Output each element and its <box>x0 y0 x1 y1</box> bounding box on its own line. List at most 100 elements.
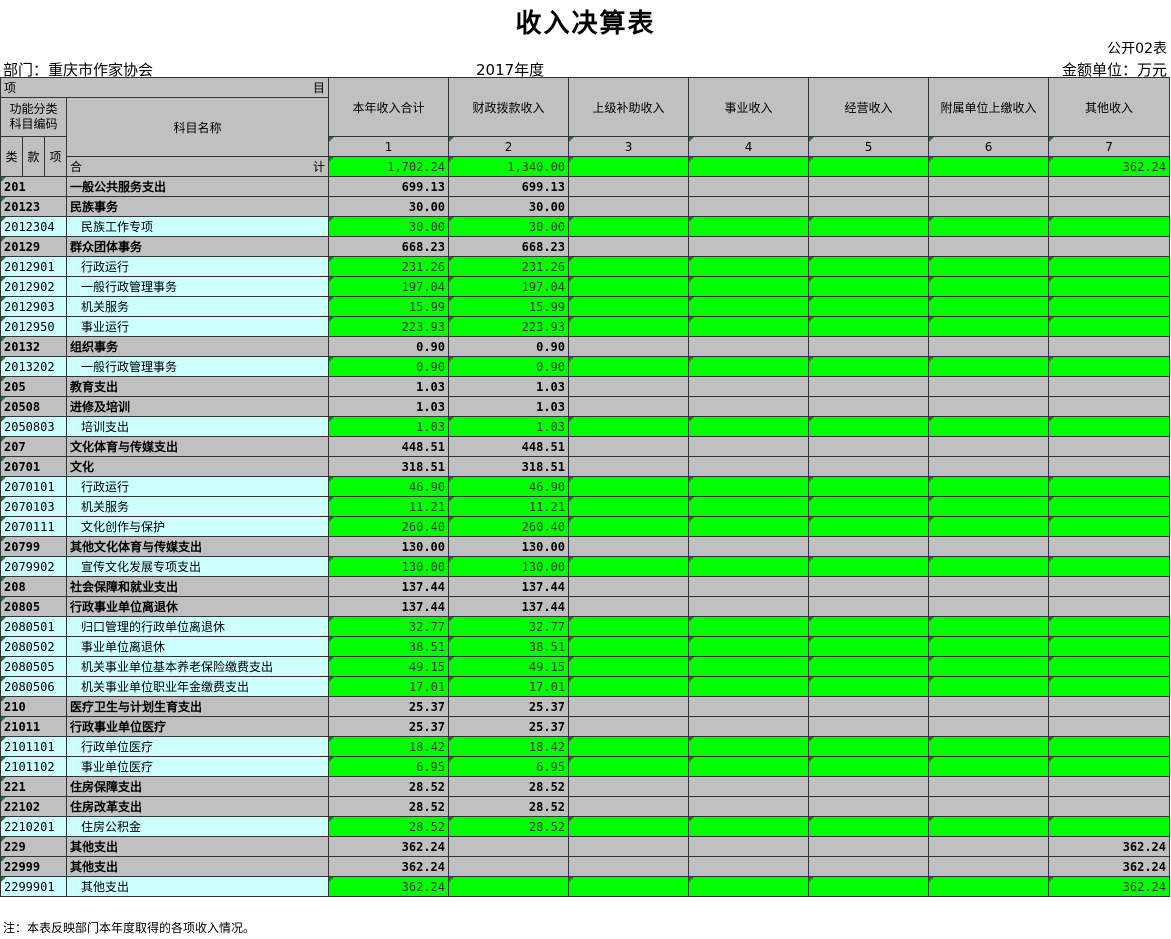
value-col-3 <box>568 656 690 677</box>
value-col-4 <box>688 676 810 697</box>
subject-name: 机关事业单位基本养老保险缴费支出 <box>65 656 330 677</box>
subject-code: 2013202 <box>0 356 67 377</box>
subject-code: 2070111 <box>0 516 67 537</box>
table-row: 20123 民族事务 30.00 30.00 <box>0 196 1171 217</box>
value-col-7 <box>1048 696 1171 717</box>
value-col-4 <box>688 176 810 197</box>
subject-name: 住房保障支出 <box>65 776 330 797</box>
value-col-7 <box>1048 376 1171 397</box>
value-col-3 <box>568 376 690 397</box>
value-col-7 <box>1048 476 1171 497</box>
value-col-4 <box>688 576 810 597</box>
value-col-1: 448.51 <box>328 436 450 457</box>
value-col-2 <box>448 836 570 857</box>
value-col-4 <box>688 456 810 477</box>
total-value-2: 1,340.00 <box>448 156 570 177</box>
value-col-4 <box>688 876 810 897</box>
subject-code: 2070101 <box>0 476 67 497</box>
subject-name: 行政单位医疗 <box>65 736 330 757</box>
col-num-1: 1 <box>328 136 450 157</box>
value-col-6 <box>928 256 1050 277</box>
value-col-6 <box>928 376 1050 397</box>
value-col-4 <box>688 596 810 617</box>
value-col-5 <box>808 716 930 737</box>
value-col-2: 25.37 <box>448 696 570 717</box>
value-col-1: 0.90 <box>328 356 450 377</box>
value-col-2: 699.13 <box>448 176 570 197</box>
subject-code: 2080505 <box>0 656 67 677</box>
subject-code: 210 <box>0 696 67 717</box>
subject-name: 进修及培训 <box>65 396 330 417</box>
value-col-4 <box>688 556 810 577</box>
value-col-1: 17.01 <box>328 676 450 697</box>
subject-code: 20701 <box>0 456 67 477</box>
value-col-4 <box>688 296 810 317</box>
subject-code: 20132 <box>0 336 67 357</box>
value-col-7 <box>1048 636 1171 657</box>
value-col-2: 30.00 <box>448 196 570 217</box>
value-col-4 <box>688 316 810 337</box>
form-number: 公开02表 <box>1107 41 1167 57</box>
func-code-header: 功能分类 科目编码 <box>0 97 67 137</box>
subject-name: 住房改革支出 <box>65 796 330 817</box>
value-col-7 <box>1048 356 1171 377</box>
value-col-1: 130.00 <box>328 536 450 557</box>
value-col-5 <box>808 336 930 357</box>
value-col-1: 28.52 <box>328 796 450 817</box>
value-col-6 <box>928 396 1050 417</box>
value-col-4 <box>688 716 810 737</box>
value-col-3 <box>568 176 690 197</box>
value-col-5 <box>808 856 930 877</box>
value-col-3 <box>568 616 690 637</box>
value-col-2: 137.44 <box>448 596 570 617</box>
value-col-6 <box>928 516 1050 537</box>
value-col-1: 25.37 <box>328 696 450 717</box>
value-col-1: 38.51 <box>328 636 450 657</box>
value-col-5 <box>808 696 930 717</box>
value-col-7 <box>1048 516 1171 537</box>
value-col-6 <box>928 696 1050 717</box>
value-col-3 <box>568 336 690 357</box>
value-col-5 <box>808 196 930 217</box>
value-col-7: 362.24 <box>1048 876 1171 897</box>
value-col-1: 28.52 <box>328 776 450 797</box>
value-col-7 <box>1048 276 1171 297</box>
value-col-2: 318.51 <box>448 456 570 477</box>
subject-code: 201 <box>0 176 67 197</box>
value-col-5 <box>808 496 930 517</box>
total-value-5 <box>808 156 930 177</box>
col-num-4: 4 <box>688 136 810 157</box>
value-col-4 <box>688 196 810 217</box>
value-col-1: 137.44 <box>328 596 450 617</box>
subject-code: 2080501 <box>0 616 67 637</box>
value-col-4 <box>688 756 810 777</box>
value-col-3 <box>568 676 690 697</box>
value-col-6 <box>928 796 1050 817</box>
subject-name: 培训支出 <box>65 416 330 437</box>
subject-name: 事业运行 <box>65 316 330 337</box>
subject-name: 其他支出 <box>65 856 330 877</box>
value-col-3 <box>568 396 690 417</box>
value-col-3 <box>568 256 690 277</box>
value-col-2: 25.37 <box>448 716 570 737</box>
subject-code: 2080502 <box>0 636 67 657</box>
value-col-2: 197.04 <box>448 276 570 297</box>
value-col-7 <box>1048 176 1171 197</box>
value-col-1: 32.77 <box>328 616 450 637</box>
total-he: 合 <box>70 160 83 174</box>
value-col-6 <box>928 636 1050 657</box>
subject-name: 其他支出 <box>65 876 330 897</box>
value-col-4 <box>688 396 810 417</box>
value-col-5 <box>808 256 930 277</box>
value-col-5 <box>808 596 930 617</box>
subject-name: 行政事业单位医疗 <box>65 716 330 737</box>
value-col-6 <box>928 836 1050 857</box>
value-col-1: 231.26 <box>328 256 450 277</box>
value-col-7 <box>1048 316 1171 337</box>
value-col-4 <box>688 696 810 717</box>
col-num-5: 5 <box>808 136 930 157</box>
subject-name: 机关事业单位职业年金缴费支出 <box>65 676 330 697</box>
column-header-4: 事业收入 <box>688 77 810 137</box>
subject-code: 207 <box>0 436 67 457</box>
table-row: 2012901 行政运行 231.26 231.26 <box>0 256 1171 277</box>
